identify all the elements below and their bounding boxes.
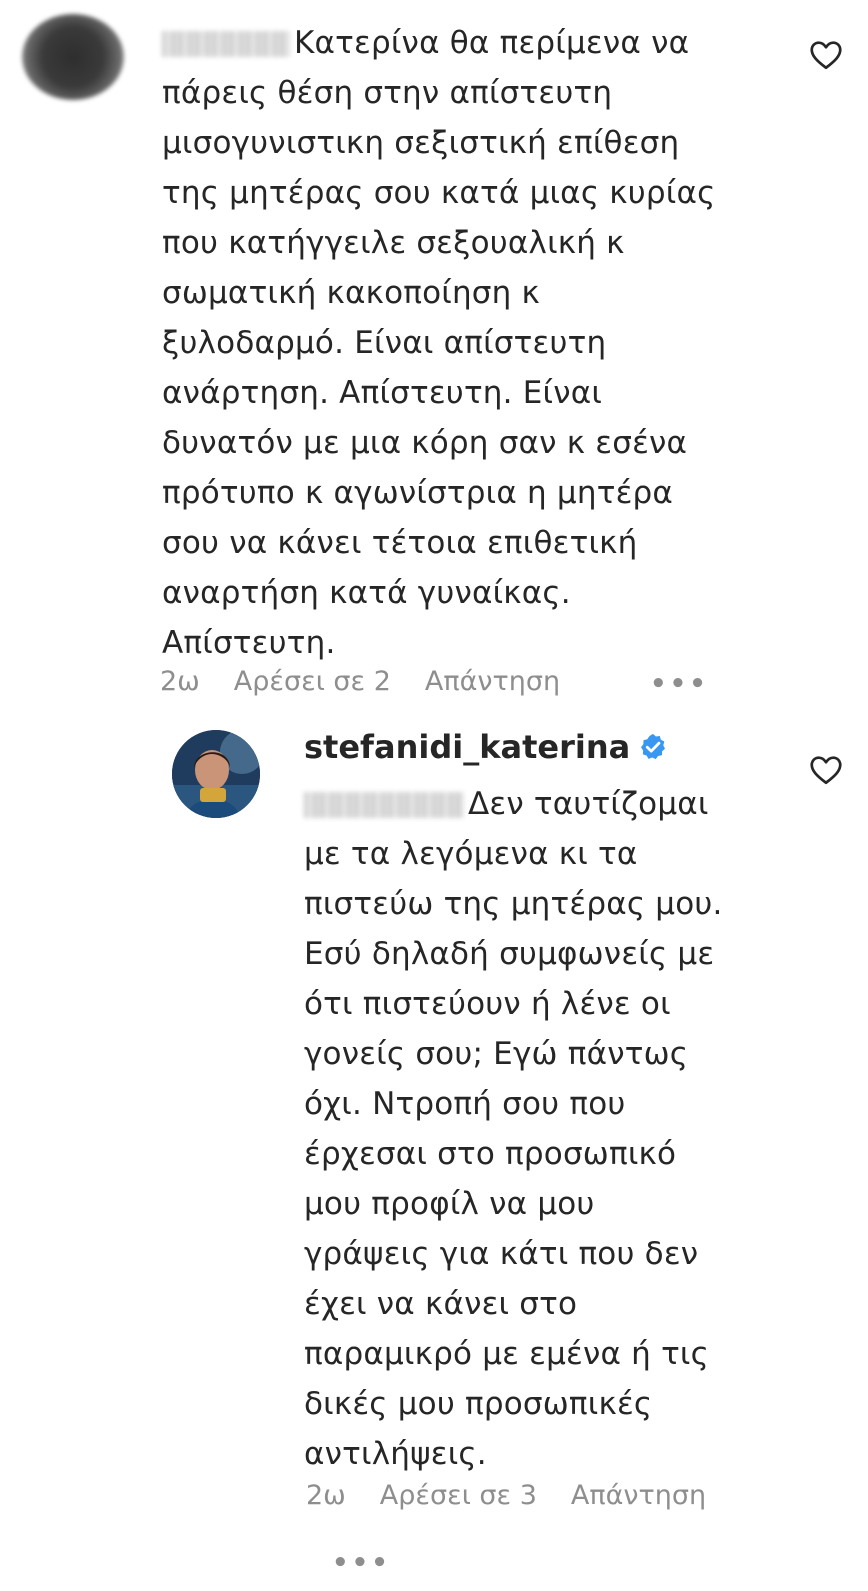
verified-badge-icon xyxy=(641,733,666,760)
comment-line: ότι πιστεύουν ή λένε οι xyxy=(304,986,671,1022)
comment-line: Απίστευτη. xyxy=(162,625,336,661)
comment-line: παραμικρό με εμένα ή τις xyxy=(304,1336,710,1372)
comment-line: μισογυνιστικη σεξιστική επίθεση xyxy=(162,125,680,161)
comment-time: 2ω xyxy=(160,666,200,697)
heart-outline-icon[interactable] xyxy=(808,752,844,788)
comment-line: πάρεις θέση στην απίστευτη xyxy=(162,75,613,111)
comment-2-text: Δεν ταυτίζομαι με τα λεγόμενα κι τα πιστ… xyxy=(304,779,723,1479)
heart-outline-icon[interactable] xyxy=(808,37,844,73)
comment-time: 2ω xyxy=(306,1480,346,1511)
stefanidi-avatar[interactable] xyxy=(172,730,260,818)
comment-line: έχει να κάνει στο xyxy=(304,1286,578,1322)
comment-line: έρχεσαι στο προσωπικό xyxy=(304,1136,677,1172)
comment-line: γράψεις για κάτι που δεν xyxy=(304,1236,699,1272)
comment-line: όχι. Ντροπή σου που xyxy=(304,1086,626,1122)
comment-line: μου προφίλ να μου xyxy=(304,1186,595,1222)
comment-line: με τα λεγόμενα κι τα xyxy=(304,836,638,872)
comment-line: που κατήγγειλε σεξουαλική κ xyxy=(162,225,625,261)
more-options-icon[interactable]: ••• xyxy=(332,1548,391,1578)
comment-2-meta: 2ω Αρέσει σε 3 Απάντηση xyxy=(306,1480,740,1511)
comment-1-meta: 2ω Αρέσει σε 2 Απάντηση xyxy=(160,666,594,697)
comment-line: πιστεύω της μητέρας μου. xyxy=(304,886,723,922)
blurred-username[interactable] xyxy=(162,31,290,57)
likes-count-link[interactable]: Αρέσει σε 2 xyxy=(234,666,391,697)
comment-line: σου να κάνει τέτοια επιθετική xyxy=(162,525,638,561)
comment-line: γονείς σου; Εγώ πάντως xyxy=(304,1036,689,1072)
username-text[interactable]: stefanidi_katerina xyxy=(304,728,630,766)
comment-line: Κατερίνα θα περίμενα να xyxy=(294,25,690,61)
comment-line: αναρτήση κατά γυναίκας. xyxy=(162,575,571,611)
comment-line: Δεν ταυτίζομαι xyxy=(468,786,709,822)
blurred-mention[interactable] xyxy=(304,792,464,818)
comment-line: δυνατόν με μια κόρη σαν κ εσένα xyxy=(162,425,688,461)
comment-line: αντιλήψεις. xyxy=(304,1436,487,1472)
reply-button[interactable]: Απάντηση xyxy=(571,1480,706,1511)
comment-line: της μητέρας σου κατά μιας κυρίας xyxy=(162,175,716,211)
comment-username[interactable]: stefanidi_katerina xyxy=(304,728,668,766)
more-options-icon[interactable]: ••• xyxy=(650,669,709,699)
commenter-avatar[interactable] xyxy=(22,14,124,100)
comment-line: δικές μου προσωπικές xyxy=(304,1386,653,1422)
comment-line: ξυλοδαρμό. Είναι απίστευτη xyxy=(162,325,607,361)
comment-line: Εσύ δηλαδή συμφωνείς με xyxy=(304,936,715,972)
comment-line: ανάρτηση. Απίστευτη. Είναι xyxy=(162,375,603,411)
comment-line: πρότυπο κ αγωνίστρια η μητέρα xyxy=(162,475,674,511)
comment-1-text: Κατερίνα θα περίμενα να πάρεις θέση στην… xyxy=(162,18,715,668)
reply-button[interactable]: Απάντηση xyxy=(425,666,560,697)
comment-line: σωματική κακοποίηση κ xyxy=(162,275,541,311)
likes-count-link[interactable]: Αρέσει σε 3 xyxy=(380,1480,537,1511)
